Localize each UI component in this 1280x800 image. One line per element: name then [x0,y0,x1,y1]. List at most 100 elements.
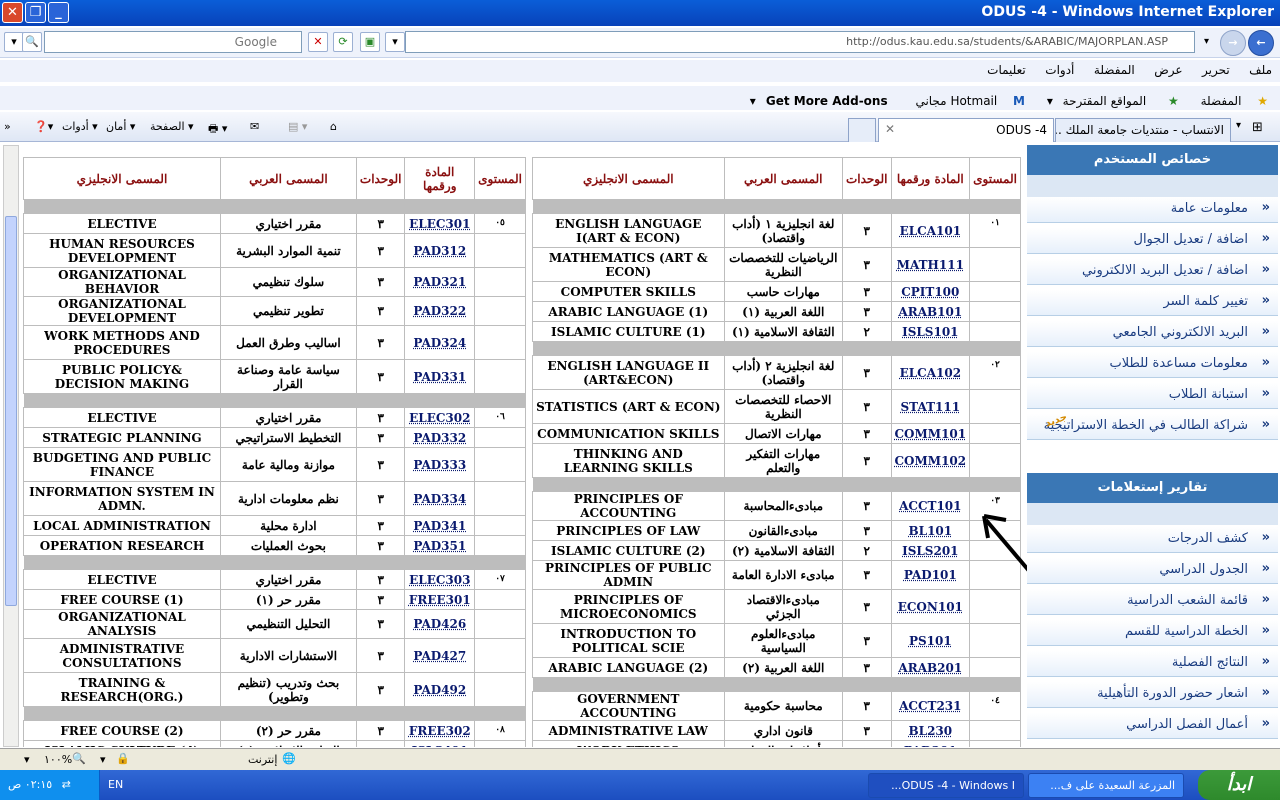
help-menu-icon[interactable]: ❓▾ [34,120,53,133]
sidebar-user-item[interactable]: « اضافة / تعديل البريد الالكتروني [1027,259,1278,285]
safety-menu[interactable]: أمان ▾ [106,120,135,133]
sidebar-reports-item[interactable]: « النتائج الفصلية [1027,651,1278,677]
minimize-window-button[interactable]: _ [48,2,69,23]
zoom-level[interactable]: ١٠٠% [44,753,72,766]
add-favorite-icon[interactable]: ★ [1162,90,1185,112]
course-code[interactable]: PAD426 [404,609,476,639]
scrollbar-thumb[interactable] [5,216,17,606]
more-commands-icon[interactable]: » [4,120,11,133]
course-code[interactable]: COMM102 [890,443,971,478]
sidebar-reports-item[interactable]: « الجدول الدراسي [1027,558,1278,584]
zoom-dropdown-icon[interactable]: ▾ [24,753,30,766]
course-code[interactable]: BL230 [890,720,971,741]
sidebar-reports-item[interactable]: « الخطة الدراسية للقسم [1027,620,1278,646]
address-dropdown-icon[interactable]: ▾ [385,32,405,52]
course-code[interactable]: ELCA102 [890,355,971,390]
task-farm[interactable]: المزرعة السعيدة على ف... [1028,773,1184,798]
course-code[interactable]: PAD312 [404,233,476,268]
print-icon[interactable]: 🖶 ▾ [208,120,227,139]
forward-button[interactable]: → [1220,30,1246,56]
menu-edit[interactable]: تحرير [1194,60,1238,80]
course-code[interactable]: FREE302 [404,720,476,741]
search-input[interactable]: Google [44,31,302,53]
course-code[interactable]: ISLS101 [890,321,971,342]
stop-icon[interactable]: ✕ [308,32,328,52]
course-code[interactable]: ECON101 [890,589,971,624]
zoom-icon[interactable]: 🔍 [72,752,86,765]
start-button[interactable]: ابدأ [1198,770,1280,800]
course-code[interactable]: PAD324 [404,325,476,360]
back-button[interactable]: ← [1248,30,1274,56]
course-code[interactable]: ELEC303 [404,569,476,590]
course-code[interactable]: ACCT101 [890,491,971,521]
course-code[interactable]: FREE301 [404,589,476,610]
sidebar-user-item[interactable]: « تغيير كلمة السر [1027,290,1278,316]
sidebar-user-item[interactable]: « اضافة / تعديل الجوال [1027,228,1278,254]
course-code[interactable]: PAD321 [404,267,476,297]
menu-view[interactable]: عرض [1146,60,1190,80]
sidebar-reports-item[interactable]: « كشف الدرجات [1027,527,1278,553]
tab-odus[interactable]: ODUS -4 ✕ [878,118,1054,142]
course-code[interactable]: PAD492 [404,672,476,707]
tab-list-icon[interactable]: ▾ [1236,120,1241,131]
course-code[interactable]: ISLS201 [890,540,971,561]
course-code[interactable]: ACCT231 [890,691,971,721]
course-code[interactable]: PAD341 [404,515,476,536]
course-code[interactable]: PAD322 [404,296,476,326]
course-code[interactable]: PAD351 [404,535,476,556]
recent-pages-icon[interactable]: ▾ [1204,36,1209,47]
sidebar-user-item[interactable]: « معلومات مساعدة للطلاب [1027,352,1278,378]
course-code[interactable]: ELCA101 [890,213,971,248]
new-tab-button[interactable] [848,118,876,142]
menu-file[interactable]: ملف [1241,60,1280,80]
vertical-scrollbar[interactable] [3,145,19,747]
course-code[interactable]: ARAB101 [890,301,971,322]
units: ٣ [841,389,892,424]
menu-tools[interactable]: أدوات [1037,60,1082,80]
read-mail-icon[interactable]: ✉ [250,120,259,133]
course-code[interactable]: PAD201 [890,740,971,747]
tools-menu[interactable]: أدوات ▾ [62,120,98,133]
course-code[interactable]: ARAB201 [890,657,971,678]
course-code[interactable]: PAD334 [404,481,476,516]
page-menu[interactable]: الصفحة ▾ [150,120,194,133]
address-input[interactable]: http://odus.kau.edu.sa/students/&ARABIC/… [405,31,1195,53]
sidebar-reports-item[interactable]: « قائمة الشعب الدراسية [1027,589,1278,615]
sidebar-user-item[interactable]: « استبانة الطلاب [1027,383,1278,409]
sidebar-reports-item[interactable]: « اشعار حضور الدورة التأهيلية [1027,682,1278,708]
course-code[interactable]: MATH111 [890,247,971,282]
feeds-icon[interactable]: ▤ ▾ [288,120,307,133]
protected-mode-dropdown-icon[interactable]: ▾ [100,753,106,766]
quick-tabs-icon[interactable]: ⊞ [1252,120,1263,135]
menu-help[interactable]: تعليمات [979,60,1034,80]
course-code[interactable]: PAD333 [404,447,476,482]
sidebar-reports-item[interactable]: « أعمال الفصل الدراسي [1027,713,1278,739]
course-code[interactable]: CPIT100 [890,281,971,302]
course-code[interactable]: COMM101 [890,423,971,444]
clock[interactable]: ٠٢:١٥ ص [8,778,52,791]
restore-window-button[interactable]: ❐ [25,2,46,23]
sidebar-user-item[interactable]: « البريد الالكتروني الجامعي [1027,321,1278,347]
course-code[interactable]: ISLS401 [404,740,476,747]
close-window-button[interactable]: ✕ [2,2,23,23]
language-indicator[interactable]: EN [108,778,123,791]
course-code[interactable]: PS101 [890,623,971,658]
course-code[interactable]: PAD331 [404,359,476,394]
course-code[interactable]: ELEC301 [404,213,476,234]
search-icon[interactable]: 🔍 [22,32,42,52]
course-code[interactable]: ELEC302 [404,407,476,428]
course-code[interactable]: PAD332 [404,427,476,448]
close-tab-icon[interactable]: ✕ [885,122,895,136]
course-code[interactable]: PAD101 [890,560,971,590]
course-code[interactable]: BL101 [890,520,971,541]
home-icon[interactable]: ⌂ [330,120,337,133]
refresh-icon[interactable]: ⟳ [333,32,353,52]
sidebar-user-item[interactable]: « معلومات عامة [1027,197,1278,223]
course-code[interactable]: STAT111 [890,389,971,424]
task-odus[interactable]: ODUS -4 - Windows I... [868,773,1024,798]
tab-forum[interactable]: الانتساب - منتديات جامعة الملك ... [1055,118,1231,142]
search-options-icon[interactable]: ▾ [4,32,24,52]
course-code[interactable]: PAD427 [404,638,476,673]
compatibility-icon[interactable]: ▣ [360,32,380,52]
menu-favorites[interactable]: المفضلة [1086,60,1143,80]
